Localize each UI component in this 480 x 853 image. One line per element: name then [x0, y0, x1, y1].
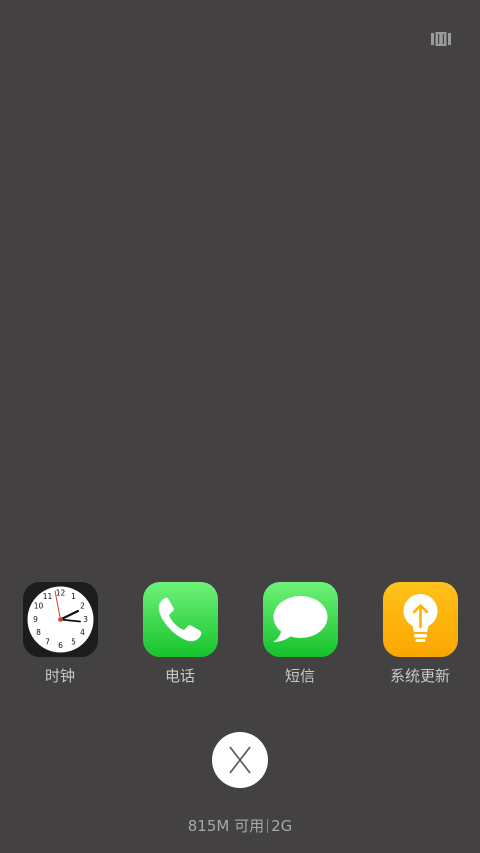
memory-total: 2G — [271, 817, 293, 835]
svg-text:6: 6 — [58, 641, 63, 650]
phone-icon — [142, 582, 218, 657]
svg-text:5: 5 — [71, 638, 76, 647]
system-update-icon — [382, 582, 458, 657]
memory-divider — [267, 819, 269, 833]
close-x-icon — [229, 746, 251, 774]
recent-app-label: 电话 — [164, 667, 195, 685]
svg-text:10: 10 — [33, 602, 43, 611]
recent-app-clock[interactable]: 12 1 2 3 4 5 6 7 8 9 10 11 时钟 — [10, 582, 110, 686]
recent-app-label: 系统更新 — [389, 667, 450, 685]
recent-apps-screen: 12 1 2 3 4 5 6 7 8 9 10 11 时钟 电话 短信 系统更新… — [0, 0, 480, 853]
svg-text:11: 11 — [42, 592, 52, 601]
memory-free: 815M 可用 — [187, 817, 265, 835]
svg-text:12: 12 — [55, 589, 65, 598]
svg-text:7: 7 — [45, 638, 50, 647]
recent-app-label: 时钟 — [44, 667, 75, 685]
clear-all-button[interactable] — [212, 732, 268, 788]
recent-app-phone[interactable]: 电话 — [130, 582, 230, 686]
recent-app-system-update[interactable]: 系统更新 — [370, 582, 470, 686]
svg-text:4: 4 — [80, 628, 85, 637]
svg-text:1: 1 — [71, 592, 76, 601]
clock-icon: 12 1 2 3 4 5 6 7 8 9 10 11 — [22, 582, 98, 657]
layout-toggle-button[interactable] — [428, 28, 454, 50]
svg-text:9: 9 — [33, 615, 38, 624]
memory-status: 815M 可用 2G — [0, 815, 480, 836]
messages-icon — [262, 582, 338, 657]
recent-apps-row: 12 1 2 3 4 5 6 7 8 9 10 11 时钟 电话 短信 系统更新 — [0, 582, 480, 692]
recent-app-label: 短信 — [284, 667, 315, 685]
svg-text:8: 8 — [36, 628, 41, 637]
card-layout-icon — [431, 32, 451, 46]
recent-app-messages[interactable]: 短信 — [250, 582, 350, 686]
svg-text:2: 2 — [80, 602, 85, 611]
svg-text:3: 3 — [83, 615, 88, 624]
